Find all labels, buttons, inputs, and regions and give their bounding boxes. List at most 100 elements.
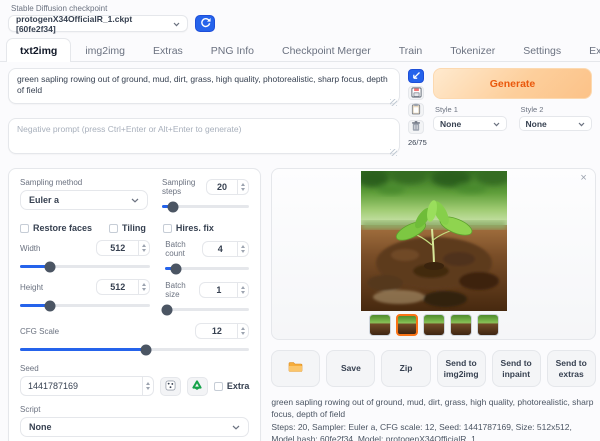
folder-icon — [288, 361, 303, 376]
gallery-thumbnails — [368, 314, 499, 336]
tab[interactable]: Train — [385, 38, 437, 62]
action-button[interactable]: Save — [326, 350, 376, 387]
width-input[interactable]: 512 — [96, 240, 151, 256]
tab[interactable]: Extensions — [575, 38, 600, 62]
checkpoint-label: Stable Diffusion checkpoint — [11, 4, 108, 13]
gallery-thumbnail[interactable] — [422, 314, 445, 336]
batch-size-value: 1 — [216, 285, 222, 295]
sampling-steps-slider[interactable] — [162, 201, 250, 212]
style1-block: Style 1 None — [433, 105, 507, 131]
gallery-thumbnail[interactable] — [395, 314, 418, 336]
tab[interactable]: Tokenizer — [436, 38, 509, 62]
style1-label: Style 1 — [435, 105, 458, 114]
cfg-scale-input[interactable]: 12 — [195, 323, 250, 339]
random-seed-button[interactable] — [159, 376, 181, 396]
batch-count-slider[interactable] — [165, 263, 250, 274]
save-style-button[interactable] — [408, 86, 424, 100]
sampling-steps-input[interactable]: 20 — [205, 179, 250, 195]
action-button[interactable]: Zip — [381, 350, 431, 387]
dice-icon — [165, 379, 176, 394]
slider-knob[interactable] — [161, 304, 173, 315]
diagonal-arrow-icon — [411, 69, 421, 84]
slider-knob[interactable] — [140, 344, 152, 355]
height-value: 512 — [110, 282, 126, 292]
checkbox-box-icon[interactable] — [20, 223, 29, 233]
tab[interactable]: Checkpoint Merger — [268, 38, 385, 62]
style2-select[interactable]: None — [518, 116, 592, 131]
slider-knob[interactable] — [44, 261, 56, 272]
seed-label: Seed — [20, 364, 39, 373]
slider-knob[interactable] — [44, 300, 56, 311]
checkpoint-select[interactable]: protogenX34OfficialR_1.ckpt [60fe2f34] — [8, 14, 188, 34]
gallery-thumbnail[interactable] — [368, 314, 391, 336]
refresh-checkpoints-button[interactable] — [195, 15, 215, 32]
sampling-method-label: Sampling method — [20, 178, 83, 187]
feature-checkbox[interactable]: Hires. fix — [162, 223, 214, 233]
close-icon[interactable]: × — [580, 173, 586, 184]
width-label: Width — [20, 243, 41, 253]
prompt-tools-column: 26/75 — [408, 68, 427, 159]
floppy-disk-icon — [411, 86, 422, 101]
chevron-down-icon — [131, 195, 139, 205]
chevron-down-icon — [578, 119, 585, 129]
generated-image[interactable] — [360, 171, 507, 311]
tab[interactable]: Extras — [139, 38, 197, 62]
tab[interactable]: PNG Info — [197, 38, 268, 62]
tab[interactable]: img2img — [71, 38, 139, 62]
generate-button[interactable]: Generate — [433, 68, 592, 99]
action-button[interactable]: Send to extras — [546, 350, 596, 387]
height-label: Height — [20, 282, 44, 292]
apply-style-button[interactable] — [408, 103, 424, 117]
spinner-icon[interactable] — [138, 280, 149, 294]
batch-count-input[interactable]: 4 — [202, 241, 250, 257]
settings-panel: Sampling method Euler a Sampling steps 2… — [8, 168, 262, 441]
gallery-thumbnail[interactable] — [449, 314, 472, 336]
slider-knob[interactable] — [167, 201, 179, 212]
spinner-icon[interactable] — [141, 377, 153, 395]
slider-knob[interactable] — [170, 263, 182, 274]
resize-handle-icon[interactable] — [390, 99, 397, 106]
sampling-method-select[interactable]: Euler a — [20, 190, 148, 210]
batch-size-input[interactable]: 1 — [199, 282, 250, 298]
checkbox-box-icon[interactable] — [109, 223, 119, 233]
script-value: None — [29, 422, 52, 432]
action-button[interactable]: Send to inpaint — [491, 350, 541, 387]
reuse-seed-button[interactable] — [186, 376, 208, 396]
checkbox-box-icon[interactable] — [162, 223, 172, 233]
tab[interactable]: Settings — [509, 38, 575, 62]
script-select[interactable]: None — [20, 417, 250, 437]
seed-input[interactable]: 1441787169 — [20, 376, 154, 396]
open-folder-button[interactable] — [271, 350, 321, 387]
height-slider[interactable] — [20, 300, 151, 311]
spinner-icon[interactable] — [237, 242, 248, 256]
paste-params-button[interactable] — [408, 69, 424, 83]
seed-value: 1441787169 — [28, 381, 79, 391]
batch-size-slider[interactable] — [161, 304, 250, 315]
refresh-icon — [200, 16, 211, 31]
action-button[interactable]: Send to img2img — [436, 350, 486, 387]
cfg-scale-slider[interactable] — [20, 344, 250, 355]
spinner-icon[interactable] — [237, 180, 248, 194]
extra-seed-checkbox[interactable]: Extra — [213, 381, 250, 391]
batch-count-label: Batch count — [165, 240, 186, 258]
trash-icon — [411, 120, 421, 135]
extra-label: Extra — [226, 381, 250, 391]
batch-count-value: 4 — [217, 244, 223, 254]
height-input[interactable]: 512 — [96, 279, 151, 295]
cfg-scale-value: 12 — [211, 326, 222, 336]
gallery-thumbnail[interactable] — [476, 314, 499, 336]
spinner-icon[interactable] — [237, 324, 248, 338]
prompt-input[interactable]: green sapling rowing out of ground, mud,… — [8, 68, 400, 104]
negative-prompt-input[interactable] — [8, 118, 400, 154]
spinner-icon[interactable] — [138, 241, 149, 255]
style1-value: None — [440, 118, 462, 129]
spinner-icon[interactable] — [237, 283, 248, 297]
feature-checkbox[interactable]: Restore faces — [20, 223, 92, 233]
tab[interactable]: txt2img — [6, 38, 72, 62]
style1-select[interactable]: None — [433, 116, 507, 131]
clear-prompt-button[interactable] — [408, 120, 424, 134]
resize-handle-icon[interactable] — [390, 149, 397, 156]
feature-checkbox[interactable]: Tiling — [109, 223, 146, 233]
checkbox-box-icon[interactable] — [213, 381, 223, 391]
width-slider[interactable] — [20, 261, 151, 272]
